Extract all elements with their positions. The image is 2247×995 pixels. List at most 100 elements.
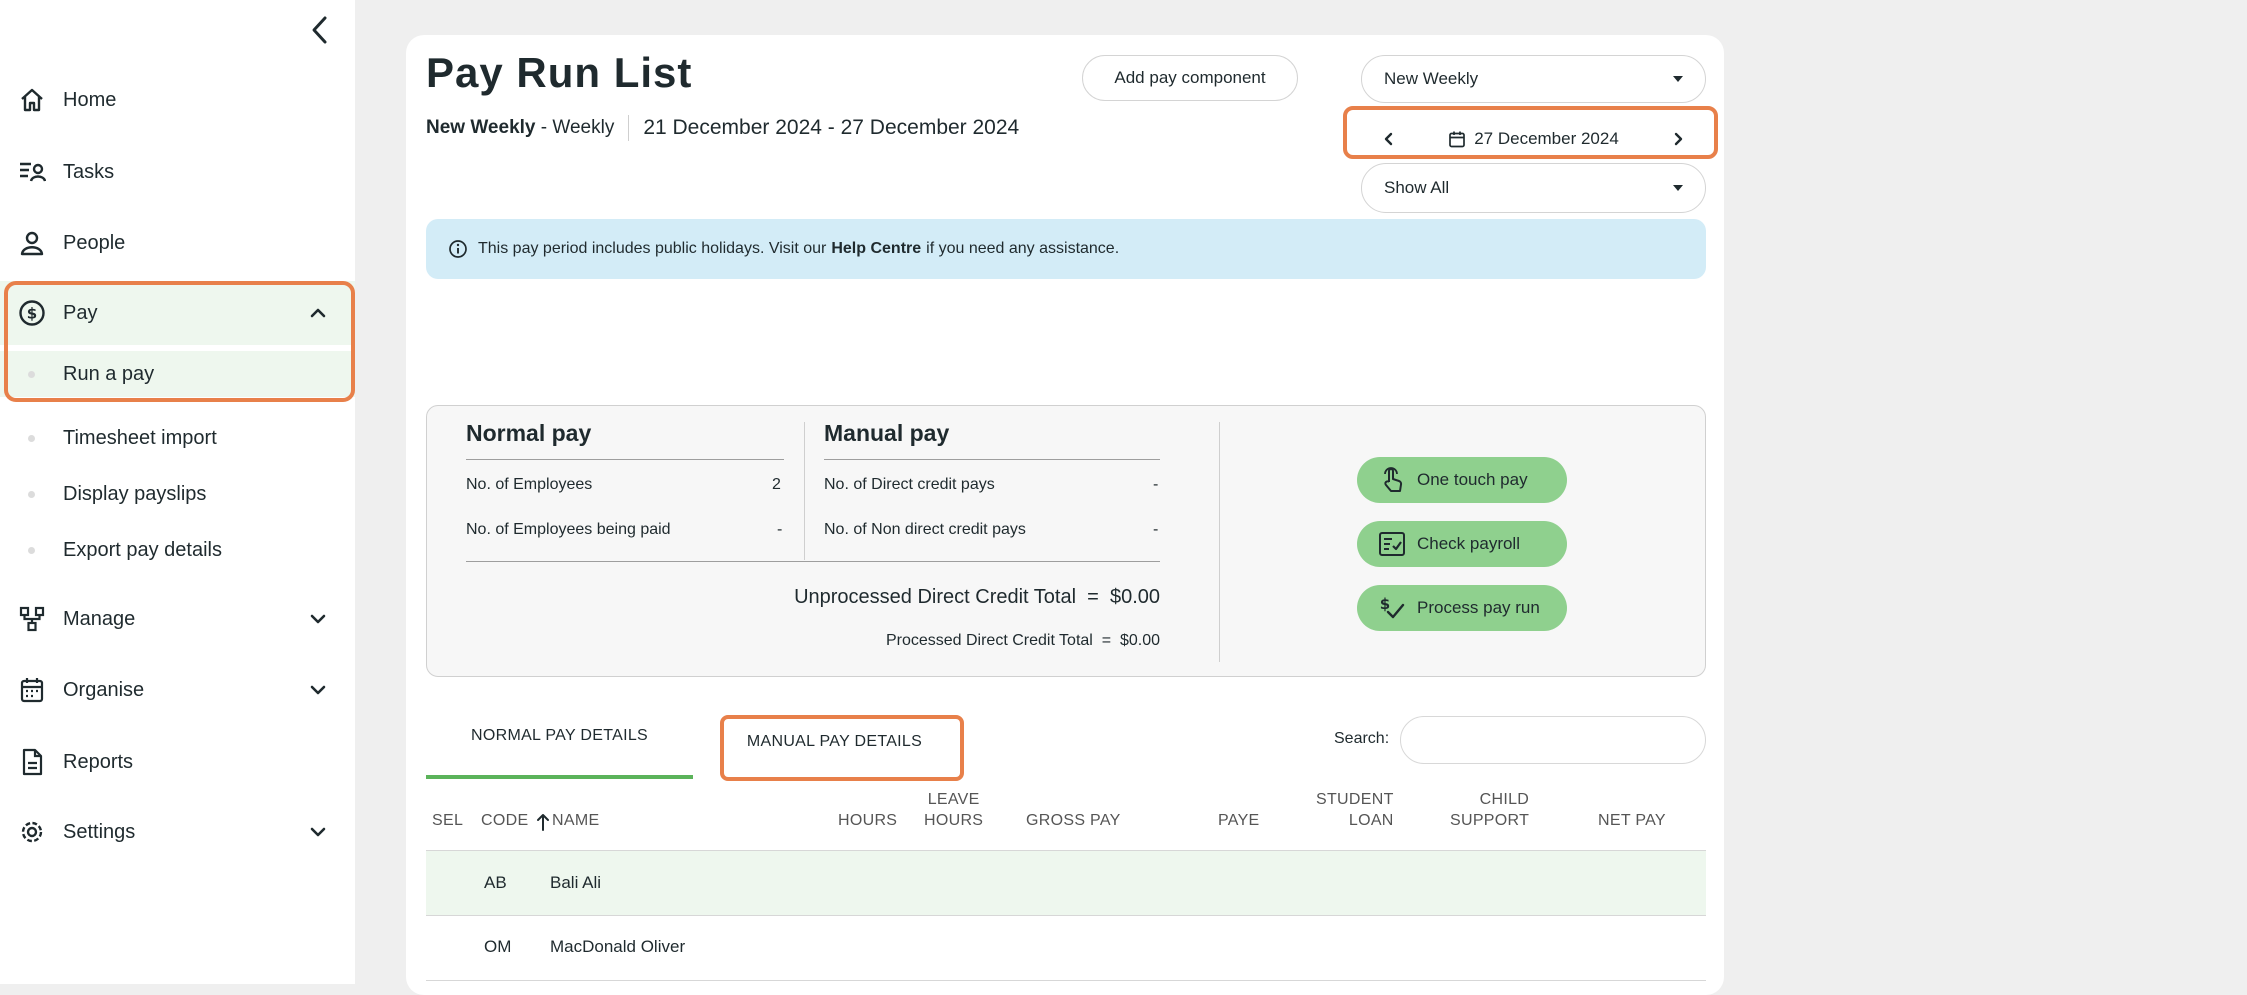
unprocessed-direct-credit-total: Unprocessed Direct Credit Total = $0.00: [794, 586, 1160, 608]
column-header-student-loan-line1: STUDENT: [1316, 791, 1394, 808]
chevron-right-icon: [1674, 132, 1683, 146]
check-payroll-button[interactable]: Check payroll: [1357, 521, 1567, 567]
divider: [1219, 422, 1220, 662]
table-row[interactable]: AB Bali Ali: [426, 850, 1706, 916]
tab-manual-pay-details[interactable]: MANUAL PAY DETAILS: [716, 719, 953, 765]
sidebar-subitem-timesheet-import[interactable]: Timesheet import: [0, 415, 355, 461]
svg-text:$: $: [1380, 595, 1390, 613]
column-header-leave-hours[interactable]: LEAVE HOURS: [924, 789, 983, 831]
pay-period-range: 21 December 2024 - 27 December 2024: [643, 116, 1020, 139]
sidebar-subitem-display-payslips[interactable]: Display payslips: [0, 471, 355, 517]
one-touch-pay-button[interactable]: One touch pay: [1357, 457, 1567, 503]
bullet-dot: [28, 434, 35, 442]
calendar-icon: [17, 675, 47, 705]
column-header-paye[interactable]: PAYE: [1218, 810, 1260, 831]
public-holiday-alert: This pay period includes public holidays…: [426, 219, 1706, 279]
column-header-child-support[interactable]: CHILD SUPPORT: [1450, 789, 1529, 831]
pay-summary-panel: Normal pay No. of Employees 2 No. of Emp…: [426, 405, 1706, 677]
divider: [628, 115, 630, 141]
divider: [824, 459, 1160, 460]
processed-direct-credit-total: Processed Direct Credit Total = $0.00: [885, 632, 1160, 649]
home-icon: [17, 85, 47, 115]
current-date-label: 27 December 2024: [1474, 129, 1619, 148]
sidebar-item-manage[interactable]: Manage: [0, 591, 355, 647]
sidebar-item-tasks[interactable]: Tasks: [0, 144, 355, 200]
search-label: Search:: [1334, 730, 1390, 747]
check-payroll-label: Check payroll: [1417, 534, 1520, 553]
document-icon: [17, 747, 47, 777]
process-pay-run-button[interactable]: $ Process pay run: [1357, 585, 1567, 631]
pay-date-navigator: 27 December 2024: [1361, 115, 1706, 163]
sidebar-item-label: Reports: [63, 750, 134, 773]
sidebar-item-organise[interactable]: Organise: [0, 662, 355, 718]
table-row[interactable]: OM MacDonald Oliver: [426, 915, 1706, 981]
svg-text:$: $: [27, 305, 37, 323]
touch-icon: [1377, 465, 1407, 495]
employee-code: OM: [484, 937, 512, 956]
gear-icon: [17, 817, 47, 847]
column-header-net-pay[interactable]: NET PAY: [1598, 810, 1666, 831]
sidebar-item-home[interactable]: Home: [0, 72, 355, 128]
pay-group-select[interactable]: New Weekly: [1361, 55, 1706, 103]
show-filter-select[interactable]: Show All: [1361, 163, 1706, 213]
pay-period-subtitle: New Weekly - Weekly 21 December 2024 - 2…: [426, 115, 1019, 141]
chevron-down-icon: [305, 819, 331, 845]
alert-text-end: if you need any assistance.: [926, 240, 1120, 257]
one-touch-pay-label: One touch pay: [1417, 470, 1528, 489]
bullet-dot: [28, 546, 35, 554]
money-check-icon: $: [1377, 593, 1407, 623]
column-header-student-loan[interactable]: STUDENT LOAN: [1316, 789, 1394, 831]
collapse-sidebar-button[interactable]: [300, 12, 340, 48]
sort-arrow-up-icon: [537, 814, 549, 831]
pay-frequency: - Weekly: [535, 117, 615, 138]
column-header-student-loan-line2: LOAN: [1348, 812, 1394, 829]
sidebar-item-settings[interactable]: Settings: [0, 804, 355, 860]
tab-normal-pay-details[interactable]: NORMAL PAY DETAILS: [426, 713, 693, 759]
search-input[interactable]: [1400, 716, 1706, 764]
info-icon: [449, 240, 467, 258]
sidebar-item-people[interactable]: People: [0, 215, 355, 271]
divider: [466, 459, 784, 460]
column-header-leave-hours-line1: LEAVE: [927, 791, 980, 808]
next-date-button[interactable]: [1658, 115, 1698, 163]
add-pay-component-label: Add pay component: [1114, 68, 1266, 87]
sidebar-subitem-label: Display payslips: [63, 482, 207, 505]
pay-group-select-value: New Weekly: [1384, 69, 1479, 88]
employees-value: 2: [772, 476, 781, 493]
column-header-child-support-line1: CHILD: [1479, 791, 1530, 808]
sidebar-item-label: People: [63, 231, 126, 254]
add-pay-component-button[interactable]: Add pay component: [1082, 55, 1298, 101]
calendar-icon: [1449, 131, 1466, 147]
page-title: Pay Run List: [426, 49, 693, 96]
sidebar-subitem-export-pay-details[interactable]: Export pay details: [0, 527, 355, 573]
sidebar-item-label: Pay: [63, 301, 98, 324]
current-date[interactable]: 27 December 2024: [1361, 129, 1706, 149]
divider: [466, 561, 1160, 562]
divider: [804, 422, 805, 560]
column-header-code[interactable]: CODE: [481, 810, 528, 831]
sidebar-subitem-label: Export pay details: [63, 538, 222, 561]
show-filter-value: Show All: [1384, 178, 1450, 197]
sidebar-item-label: Tasks: [63, 160, 115, 183]
sidebar-subitem-label: Timesheet import: [63, 426, 217, 449]
caret-down-icon: [1673, 185, 1683, 191]
chevron-down-icon: [305, 677, 331, 703]
sidebar-subitem-run-a-pay[interactable]: Run a pay: [0, 351, 355, 397]
column-header-name[interactable]: NAME: [552, 810, 599, 831]
pay-group-name: New Weekly: [426, 117, 536, 138]
column-header-hours[interactable]: HOURS: [838, 810, 897, 831]
column-header-sel[interactable]: SEL: [432, 810, 463, 831]
help-centre-link[interactable]: Help Centre: [831, 240, 921, 258]
employee-code: AB: [484, 873, 507, 892]
employees-paid-value: -: [777, 521, 783, 538]
sidebar-item-pay[interactable]: $ Pay: [0, 281, 355, 345]
chevron-left-icon: [312, 16, 327, 44]
sidebar-subitem-label: Run a pay: [63, 362, 155, 385]
sidebar-item-reports[interactable]: Reports: [0, 734, 355, 790]
checklist-icon: [1377, 529, 1407, 559]
column-header-leave-hours-line2: HOURS: [924, 812, 984, 829]
column-header-gross-pay[interactable]: GROSS PAY: [1026, 810, 1121, 831]
manual-pay-heading: Manual pay: [824, 420, 950, 446]
chevron-down-icon: [305, 606, 331, 632]
employee-name: Bali Ali: [550, 873, 602, 892]
